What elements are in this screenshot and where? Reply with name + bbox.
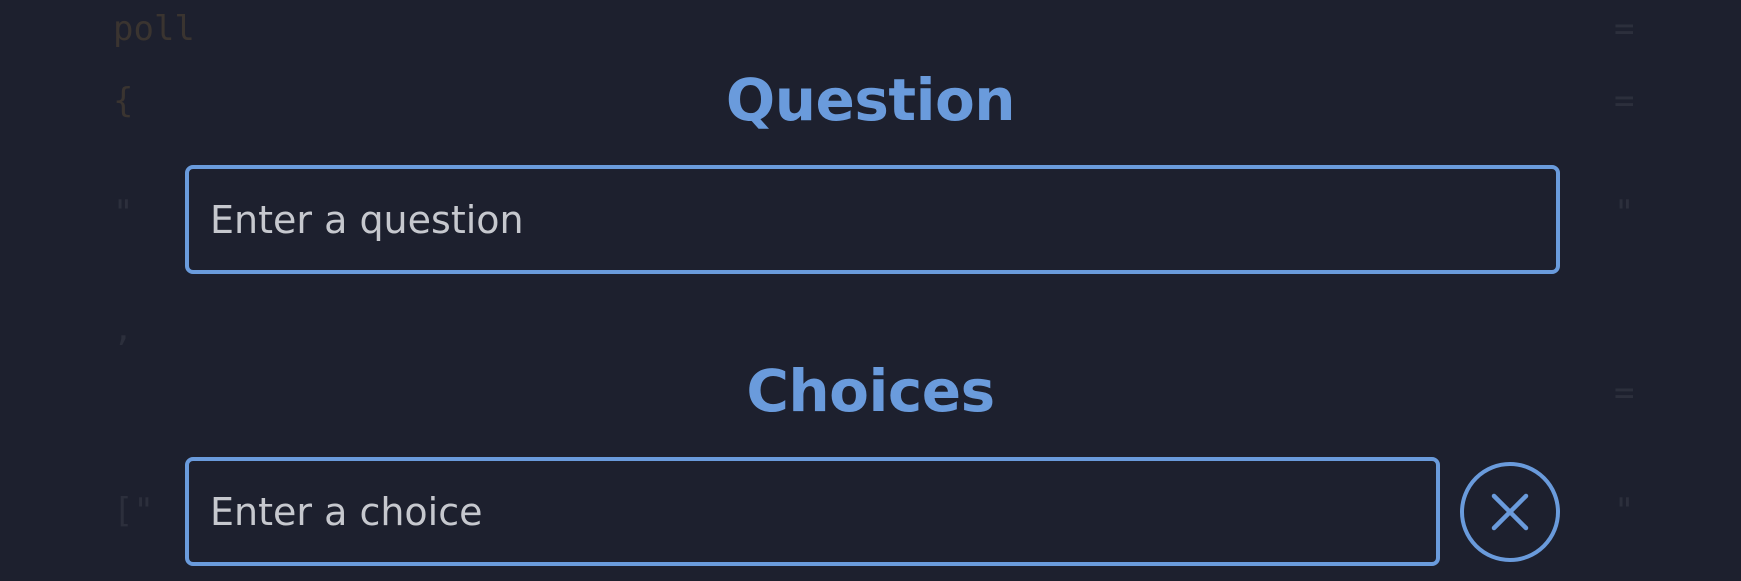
- remove-choice-button[interactable]: [1460, 462, 1560, 562]
- choice-field[interactable]: [185, 457, 1440, 566]
- choice-input[interactable]: [189, 461, 1436, 562]
- poll-editor: poll { " , [" = = " = " Question Choices: [0, 0, 1741, 581]
- question-title: Question: [725, 66, 1016, 134]
- question-input[interactable]: [189, 169, 1556, 270]
- background-code-line: =: [1614, 9, 1635, 49]
- question-field[interactable]: [185, 165, 1560, 274]
- close-icon: [1491, 493, 1529, 531]
- choices-title: Choices: [746, 357, 995, 425]
- background-code-line: poll: [113, 9, 195, 49]
- background-code-line: [": [113, 491, 154, 531]
- background-code-line: ": [1614, 193, 1635, 233]
- background-code-line: ": [1614, 491, 1635, 531]
- background-code-line: ": [113, 193, 134, 233]
- background-code-line: ,: [113, 309, 134, 349]
